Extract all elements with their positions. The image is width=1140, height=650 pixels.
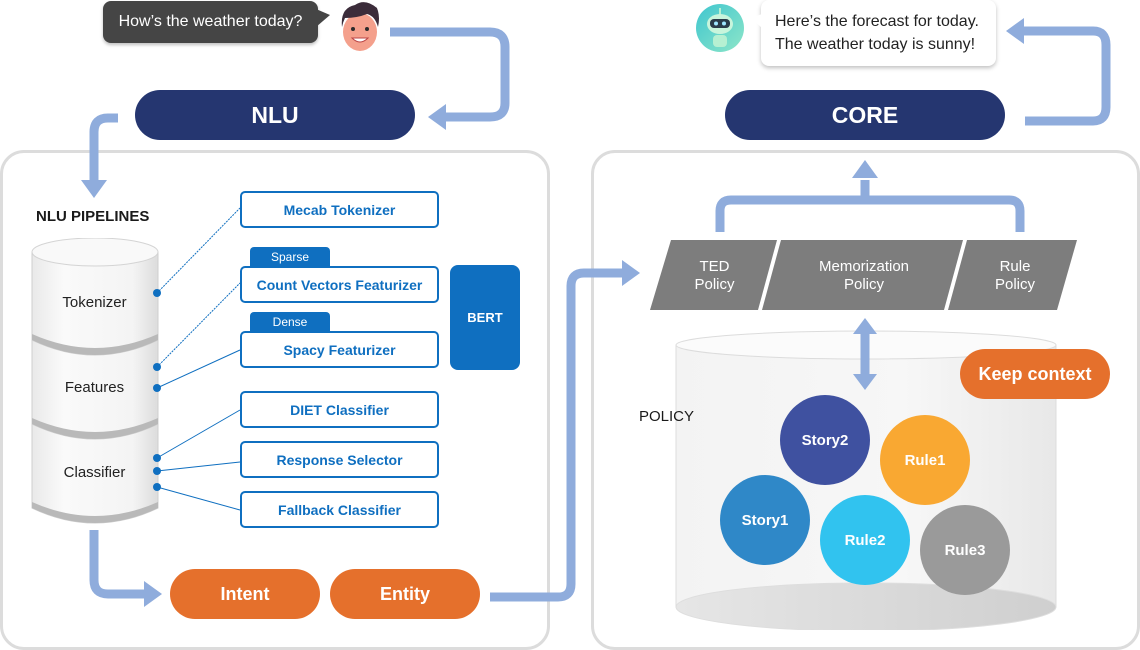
user-message-text: How’s the weather today? — [118, 13, 303, 30]
entity-pill: Entity — [330, 569, 480, 619]
component-label: Spacy Featurizer — [283, 341, 396, 358]
keep-context-pill: Keep context — [960, 349, 1110, 399]
component-label: Count Vectors Featurizer — [256, 276, 423, 293]
keep-context-label: Keep context — [978, 363, 1092, 384]
item-rule1: Rule1 — [880, 415, 970, 505]
connector-dot — [153, 467, 161, 475]
item-label: Story1 — [741, 511, 789, 529]
nlu-title: NLU — [251, 101, 299, 128]
user-message-bubble: How’s the weather today? — [103, 1, 330, 43]
robot-icon — [696, 4, 744, 52]
connector-dots — [153, 289, 161, 491]
tag-dense: Dense — [250, 312, 330, 331]
policy-line: Rule — [999, 258, 1031, 275]
component-diet-classifier: DIET Classifier — [240, 391, 439, 428]
component-fallback-classifier: Fallback Classifier — [240, 491, 439, 528]
ted-policy: TED Policy — [672, 258, 757, 294]
arrowhead — [428, 104, 446, 130]
component-label: Response Selector — [276, 451, 403, 468]
item-rule2: Rule2 — [820, 495, 910, 585]
tag-sparse: Sparse — [250, 247, 330, 266]
component-spacy-featurizer: Spacy Featurizer — [240, 331, 439, 368]
nlu-pipelines-title: NLU PIPELINES — [36, 208, 150, 225]
item-rule3: Rule3 — [920, 505, 1010, 595]
item-label: Rule2 — [844, 531, 886, 549]
stage-features: Features — [64, 379, 125, 396]
rule-policy: Rule Policy — [975, 258, 1055, 294]
arrowhead — [1006, 18, 1024, 44]
bot-message-bubble: Here’s the forecast for today. The weath… — [751, 0, 996, 66]
item-story1: Story1 — [720, 475, 810, 565]
component-response-selector: Response Selector — [240, 441, 439, 478]
connector-dot — [153, 363, 161, 371]
core-title: CORE — [831, 101, 899, 128]
component-label: DIET Classifier — [290, 401, 389, 418]
connector-dot — [153, 483, 161, 491]
connector-dot — [153, 384, 161, 392]
component-mecab-tokenizer: Mecab Tokenizer — [240, 191, 439, 228]
stage-tokenizer: Tokenizer — [62, 294, 127, 311]
connector-dot — [153, 454, 161, 462]
nlu-title-pill: NLU — [135, 90, 415, 140]
memorization-policy: Memorization Policy — [790, 258, 938, 294]
policy-line: Policy — [994, 276, 1035, 293]
component-count-vectors-featurizer: Count Vectors Featurizer — [240, 266, 439, 303]
stage-classifier: Classifier — [63, 464, 126, 481]
bot-message-line: Here’s the forecast for today. — [775, 13, 979, 30]
connector-dot — [153, 289, 161, 297]
item-label: Story2 — [801, 431, 849, 449]
policy-line: TED — [699, 258, 730, 275]
entity-label: Entity — [379, 583, 430, 604]
bot-message-line: The weather today is sunny! — [775, 36, 976, 53]
policy-store-label: POLICY — [639, 408, 695, 425]
intent-pill: Intent — [170, 569, 320, 619]
policy-line: Memorization — [818, 258, 910, 275]
component-label: Mecab Tokenizer — [283, 201, 396, 218]
item-story2: Story2 — [780, 395, 870, 485]
bert-label: BERT — [467, 310, 503, 325]
core-to-bot-arrow — [1020, 26, 1111, 126]
intent-label: Intent — [220, 583, 270, 604]
component-label: Fallback Classifier — [278, 501, 401, 518]
policy-line: Policy — [843, 276, 884, 293]
item-label: Rule3 — [944, 541, 986, 559]
man-face-icon — [341, 2, 379, 51]
bert-block: BERT — [450, 265, 520, 370]
core-title-pill: CORE — [725, 90, 1005, 140]
item-label: Rule1 — [904, 451, 946, 469]
policy-line: Policy — [694, 276, 735, 293]
